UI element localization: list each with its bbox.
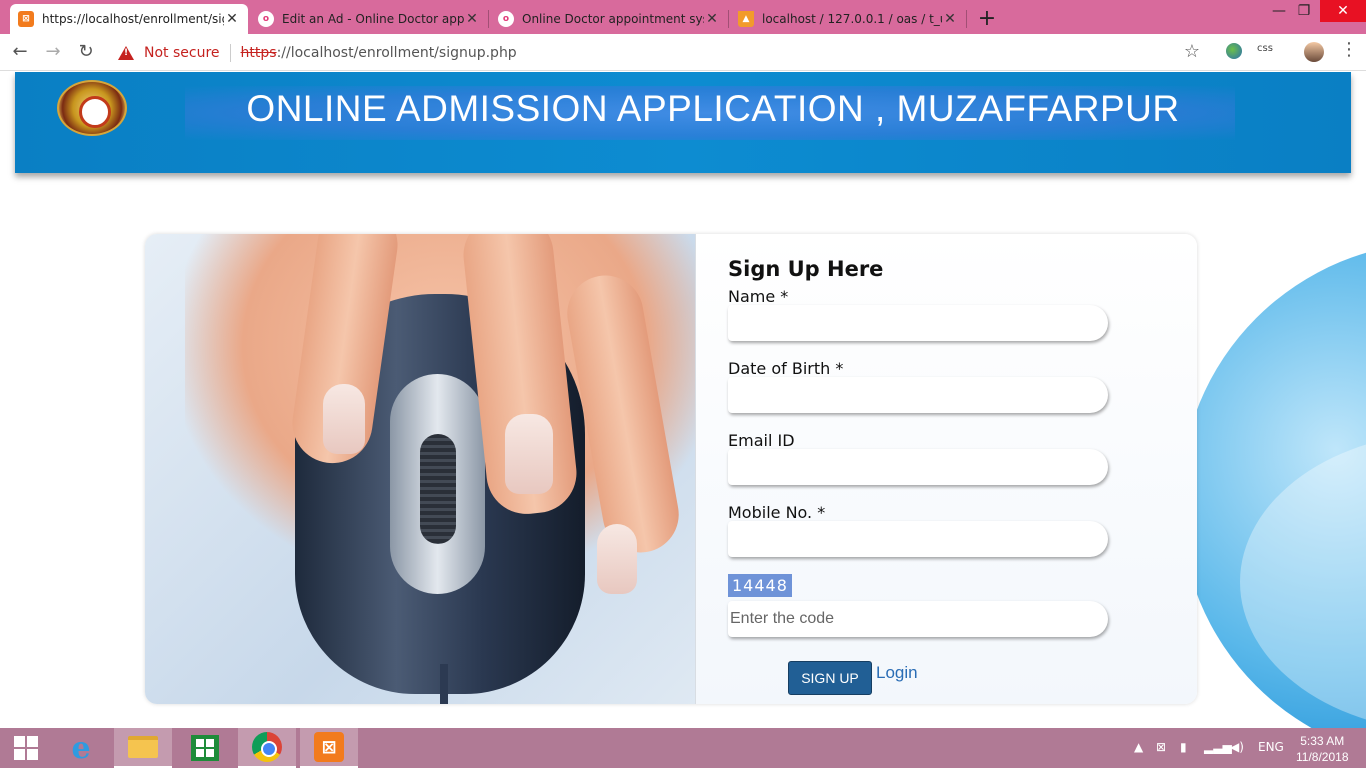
maximize-button[interactable]: ❐ bbox=[1290, 0, 1318, 22]
tray-network-error-icon[interactable]: ⊠ bbox=[1156, 740, 1166, 754]
browser-tab-strip: ⊠ https://localhost/enrollment/sign ✕ o … bbox=[0, 0, 1366, 34]
dob-input[interactable] bbox=[728, 377, 1108, 413]
fingernail-shape bbox=[505, 414, 553, 494]
omnibox-divider bbox=[229, 43, 231, 62]
security-status[interactable]: Not secure bbox=[144, 45, 220, 61]
header-banner: ONLINE ADMISSION APPLICATION , MUZAFFARP… bbox=[15, 72, 1351, 173]
tab-separator bbox=[488, 10, 489, 28]
system-clock[interactable]: 5:33 AM 11/8/2018 bbox=[1296, 733, 1349, 765]
xampp-icon: ⊠ bbox=[314, 732, 344, 762]
tab-enrollment-signup[interactable]: ⊠ https://localhost/enrollment/sign ✕ bbox=[10, 4, 248, 34]
mobile-label: Mobile No. * bbox=[728, 503, 826, 522]
start-button[interactable] bbox=[0, 728, 52, 768]
menu-kebab-icon[interactable]: ⋮ bbox=[1340, 39, 1358, 60]
taskbar-chrome[interactable] bbox=[238, 728, 296, 768]
reload-icon[interactable]: ↻ bbox=[74, 40, 98, 64]
tab-title: localhost / 127.0.0.1 / oas / t_use bbox=[762, 12, 942, 26]
url-path: ://localhost/enrollment/signup.php bbox=[276, 44, 517, 61]
taskbar-internet-explorer[interactable]: e bbox=[52, 728, 110, 768]
email-input[interactable] bbox=[728, 449, 1108, 485]
internet-explorer-icon: e bbox=[71, 730, 91, 766]
profile-avatar[interactable] bbox=[1304, 42, 1324, 62]
olx-icon: o bbox=[258, 11, 274, 27]
bookmark-star-icon[interactable]: ☆ bbox=[1184, 41, 1200, 62]
tab-doctor-appointment[interactable]: o Online Doctor appointment syste ✕ bbox=[490, 4, 728, 34]
tab-close-icon[interactable]: ✕ bbox=[942, 11, 958, 27]
taskbar-xampp[interactable]: ⊠ bbox=[300, 728, 358, 768]
mouse-scroll-wheel bbox=[420, 434, 456, 544]
olx-icon: o bbox=[498, 11, 514, 27]
tab-separator bbox=[966, 10, 967, 28]
signup-form: Sign Up Here Name * Date of Birth * Emai… bbox=[695, 234, 1197, 704]
clock-time: 5:33 AM bbox=[1300, 734, 1345, 748]
tray-signal-icon[interactable]: ▂▃▅ bbox=[1204, 740, 1232, 754]
banner-title: ONLINE ADMISSION APPLICATION , MUZAFFARP… bbox=[246, 88, 1180, 129]
tab-title: https://localhost/enrollment/sign bbox=[42, 12, 224, 26]
browser-toolbar: ← → ↻ Not secure https ://localhost/enro… bbox=[0, 34, 1366, 71]
close-window-button[interactable]: ✕ bbox=[1320, 0, 1366, 22]
forward-arrow-icon[interactable]: → bbox=[41, 40, 65, 64]
captcha-code: 14448 bbox=[728, 574, 792, 597]
tab-phpmyadmin[interactable]: ▲ localhost / 127.0.0.1 / oas / t_use ✕ bbox=[730, 4, 966, 34]
captcha-input[interactable] bbox=[728, 601, 1108, 637]
fingernail-shape bbox=[597, 524, 637, 594]
taskbar-file-explorer[interactable] bbox=[114, 728, 172, 768]
extension-globe-icon[interactable] bbox=[1226, 43, 1242, 59]
tab-edit-ad[interactable]: o Edit an Ad - Online Doctor appoi ✕ bbox=[250, 4, 488, 34]
tab-close-icon[interactable]: ✕ bbox=[464, 11, 480, 27]
signup-button[interactable]: SIGN UP bbox=[788, 661, 872, 695]
tab-title: Online Doctor appointment syste bbox=[522, 12, 704, 26]
mouse-cable bbox=[440, 664, 448, 704]
chrome-icon bbox=[252, 732, 282, 762]
windows-logo-icon bbox=[14, 736, 38, 760]
tab-title: Edit an Ad - Online Doctor appoi bbox=[282, 12, 464, 26]
language-indicator[interactable]: ENG bbox=[1258, 740, 1284, 754]
tab-close-icon[interactable]: ✕ bbox=[224, 11, 240, 27]
taskbar-store[interactable] bbox=[176, 728, 234, 768]
tray-battery-icon[interactable]: ▮ bbox=[1180, 740, 1187, 754]
folder-icon bbox=[128, 736, 158, 758]
phpmyadmin-icon: ▲ bbox=[738, 11, 754, 27]
extension-css-icon[interactable]: css bbox=[1257, 43, 1273, 54]
tray-volume-icon[interactable]: ◀) bbox=[1230, 740, 1244, 754]
name-label: Name * bbox=[728, 287, 789, 306]
hand-on-mouse-photo bbox=[145, 234, 695, 704]
form-heading: Sign Up Here bbox=[728, 257, 884, 281]
new-tab-button[interactable]: + bbox=[976, 6, 998, 31]
address-bar[interactable]: Not secure https ://localhost/enrollment… bbox=[106, 38, 1210, 67]
tab-close-icon[interactable]: ✕ bbox=[704, 11, 720, 27]
clock-date: 11/8/2018 bbox=[1296, 750, 1349, 764]
login-link[interactable]: Login bbox=[876, 663, 918, 683]
dob-label: Date of Birth * bbox=[728, 359, 844, 378]
fingernail-shape bbox=[323, 384, 365, 454]
email-label: Email ID bbox=[728, 431, 795, 450]
back-arrow-icon[interactable]: ← bbox=[8, 40, 32, 64]
windows-taskbar: e ⊠ ▲ ⊠ ▮ ▂▃▅ ◀) ENG 5:33 AM 11/8/2018 bbox=[0, 728, 1366, 768]
tab-separator bbox=[728, 10, 729, 28]
signup-card: Sign Up Here Name * Date of Birth * Emai… bbox=[145, 234, 1197, 704]
url-scheme: https bbox=[240, 44, 277, 61]
page-viewport: ONLINE ADMISSION APPLICATION , MUZAFFARP… bbox=[0, 72, 1366, 728]
warning-icon bbox=[118, 45, 134, 60]
mobile-input[interactable] bbox=[728, 521, 1108, 557]
name-input[interactable] bbox=[728, 305, 1108, 341]
xampp-icon: ⊠ bbox=[18, 11, 34, 27]
tray-chevron-icon[interactable]: ▲ bbox=[1134, 740, 1143, 754]
store-icon bbox=[191, 735, 219, 761]
